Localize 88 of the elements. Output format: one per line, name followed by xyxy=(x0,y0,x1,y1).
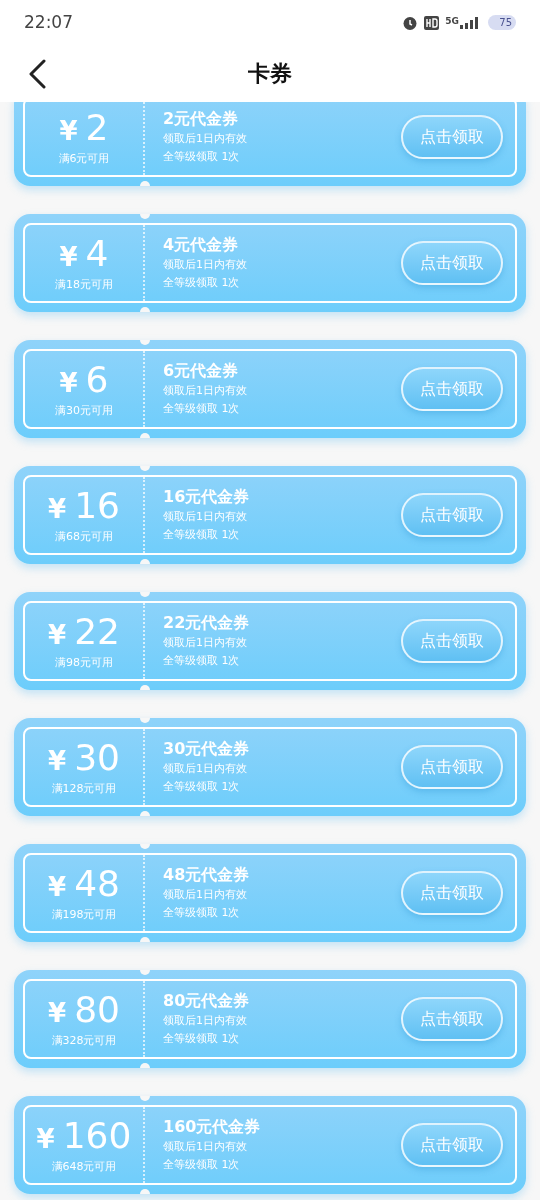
claim-button[interactable]: 点击领取 xyxy=(401,367,503,411)
ticket-notch xyxy=(140,433,150,438)
coupon-title: 6元代金券 xyxy=(163,360,240,382)
validity-text: 领取后1日内有效 xyxy=(163,1139,248,1155)
currency-symbol: ¥ xyxy=(59,114,78,148)
currency-symbol: ¥ xyxy=(48,870,67,904)
limit-text: 全等级领取 1次 xyxy=(163,1157,241,1173)
limit-text: 全等级领取 1次 xyxy=(163,653,241,669)
coupon-title: 48元代金券 xyxy=(163,864,251,886)
ticket-notch xyxy=(140,1189,150,1194)
usage-condition: 满198元可用 xyxy=(51,906,117,923)
currency-symbol: ¥ xyxy=(48,492,67,526)
coupon-amount: 80 xyxy=(74,988,120,1031)
limit-text: 全等级领取 1次 xyxy=(163,905,241,921)
back-icon xyxy=(28,59,46,89)
ticket-notch xyxy=(140,307,150,312)
ticket-notch xyxy=(140,559,150,564)
currency-symbol: ¥ xyxy=(48,618,67,652)
validity-text: 领取后1日内有效 xyxy=(163,383,248,399)
limit-text: 全等级领取 1次 xyxy=(163,401,241,417)
usage-condition: 满18元可用 xyxy=(55,276,113,293)
coupon-amount: 16 xyxy=(74,484,120,527)
ticket-notch xyxy=(140,466,150,471)
claim-button[interactable]: 点击领取 xyxy=(401,241,503,285)
coupon-title: 16元代金券 xyxy=(163,486,251,508)
claim-button[interactable]: 点击领取 xyxy=(401,997,503,1041)
coupon-title: 30元代金券 xyxy=(163,738,251,760)
usage-condition: 满128元可用 xyxy=(51,780,117,797)
validity-text: 领取后1日内有效 xyxy=(163,635,248,651)
usage-condition: 满30元可用 xyxy=(55,402,113,419)
battery-indicator: 75 xyxy=(488,15,516,30)
page-title: 卡券 xyxy=(248,60,292,88)
ticket-notch xyxy=(140,340,150,345)
coupon-amount: 22 xyxy=(74,610,120,653)
coupon-amount: 6 xyxy=(85,358,109,401)
validity-text: 领取后1日内有效 xyxy=(163,1013,248,1029)
status-time: 22:07 xyxy=(24,10,73,34)
validity-text: 领取后1日内有效 xyxy=(163,887,248,903)
network-label: 5G xyxy=(445,16,459,26)
currency-symbol: ¥ xyxy=(36,1122,55,1156)
coupon-amount: 48 xyxy=(74,862,120,905)
ticket-notch xyxy=(140,685,150,690)
coupon-amount: 30 xyxy=(74,736,120,779)
usage-condition: 满98元可用 xyxy=(55,654,113,671)
coupon-title: 4元代金券 xyxy=(163,234,240,256)
validity-text: 领取后1日内有效 xyxy=(163,509,248,525)
signal-icon xyxy=(460,16,478,29)
currency-symbol: ¥ xyxy=(59,366,78,400)
limit-text: 全等级领取 1次 xyxy=(163,1031,241,1047)
ticket-notch xyxy=(140,844,150,849)
limit-text: 全等级领取 1次 xyxy=(163,275,241,291)
currency-symbol: ¥ xyxy=(59,240,78,274)
claim-button[interactable]: 点击领取 xyxy=(401,871,503,915)
coupon-title: 160元代金券 xyxy=(163,1116,262,1138)
ticket-notch xyxy=(140,1096,150,1101)
usage-condition: 满68元可用 xyxy=(55,528,113,545)
usage-condition: 满648元可用 xyxy=(51,1158,117,1175)
coupon-amount: 2 xyxy=(85,106,109,149)
ticket-notch xyxy=(140,811,150,816)
claim-button[interactable]: 点击领取 xyxy=(401,115,503,159)
ticket-notch xyxy=(140,937,150,942)
coupon-amount: 160 xyxy=(62,1114,132,1157)
ticket-notch xyxy=(140,970,150,975)
ticket-notch xyxy=(140,592,150,597)
claim-button[interactable]: 点击领取 xyxy=(401,619,503,663)
validity-text: 领取后1日内有效 xyxy=(163,131,248,147)
coupon-title: 22元代金券 xyxy=(163,612,251,634)
currency-symbol: ¥ xyxy=(48,996,67,1030)
ticket-notch xyxy=(140,1063,150,1068)
ticket-notch xyxy=(140,718,150,723)
limit-text: 全等级领取 1次 xyxy=(163,779,241,795)
claim-button[interactable]: 点击领取 xyxy=(401,493,503,537)
limit-text: 全等级领取 1次 xyxy=(163,149,241,165)
ticket-notch xyxy=(140,214,150,219)
limit-text: 全等级领取 1次 xyxy=(163,527,241,543)
alarm-icon xyxy=(402,14,419,31)
validity-text: 领取后1日内有效 xyxy=(163,761,248,777)
ticket-notch xyxy=(140,181,150,186)
usage-condition: 满328元可用 xyxy=(51,1032,117,1049)
usage-condition: 满6元可用 xyxy=(58,150,110,167)
coupon-amount: 4 xyxy=(85,232,109,275)
claim-button[interactable]: 点击领取 xyxy=(401,745,503,789)
currency-symbol: ¥ xyxy=(48,744,67,778)
coupon-title: 2元代金券 xyxy=(163,108,240,130)
validity-text: 领取后1日内有效 xyxy=(163,257,248,273)
hd-icon xyxy=(424,15,440,30)
claim-button[interactable]: 点击领取 xyxy=(401,1123,503,1167)
coupon-title: 80元代金券 xyxy=(163,990,251,1012)
